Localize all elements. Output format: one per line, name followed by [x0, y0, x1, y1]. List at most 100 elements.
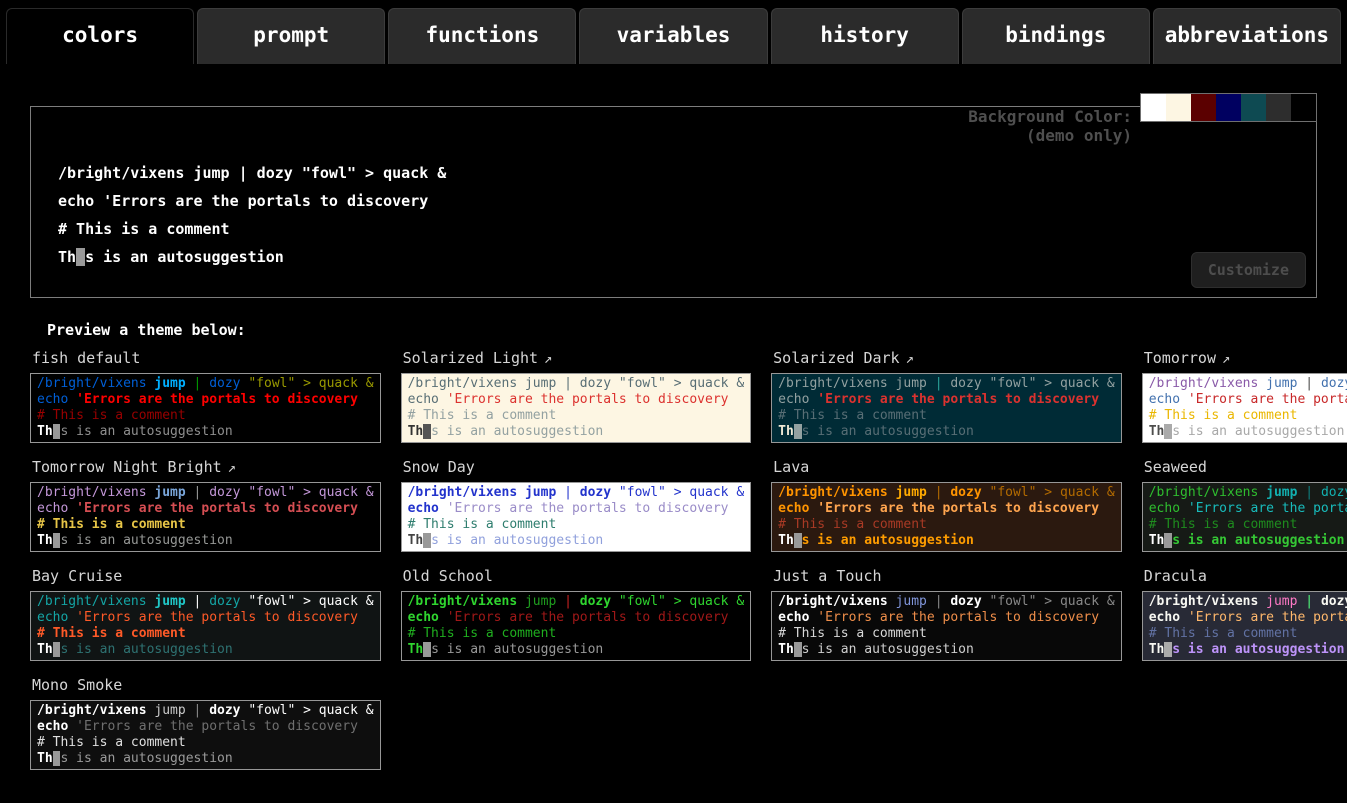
external-link-icon[interactable]: ↗	[1222, 351, 1230, 367]
string-text: 'Errors are the portals to discovery	[76, 392, 358, 407]
theme-preview-line-4: This is an autosuggestion	[778, 642, 1115, 658]
echoCmd-text: echo	[778, 392, 817, 407]
theme-preview-tomorrow-night-bright[interactable]: /bright/vixens jump | dozy "fowl" > quac…	[30, 482, 381, 552]
background-swatch-1[interactable]	[1166, 94, 1191, 121]
typed-text: Th	[37, 424, 53, 439]
tab-bindings[interactable]: bindings	[962, 8, 1150, 64]
theme-name-label: Lava	[773, 458, 809, 476]
pipe-text: |	[186, 703, 209, 718]
background-swatch-2[interactable]	[1191, 94, 1216, 121]
tab-abbreviations[interactable]: abbreviations	[1153, 8, 1341, 64]
string-text: 'Errors are the portals to discovery	[1188, 501, 1347, 516]
pipe-text: |	[556, 594, 579, 609]
dir-text: /bright/vixens	[1149, 594, 1266, 609]
theme-title-solarized-light[interactable]: Solarized Light ↗	[403, 349, 752, 367]
dir-text: /bright/vixens	[1149, 376, 1266, 391]
tab-prompt[interactable]: prompt	[197, 8, 385, 64]
echoCmd-text: echo	[1149, 610, 1188, 625]
typed-text: Th	[778, 642, 794, 657]
typed-text: Th	[37, 751, 53, 766]
external-link-icon[interactable]: ↗	[906, 351, 914, 367]
command2-text: dozy	[580, 376, 619, 391]
typed-text: Th	[1149, 533, 1165, 548]
theme-preview-dracula[interactable]: /bright/vixens jump | dozy "fowl" > quac…	[1142, 591, 1347, 661]
pipe-text: |	[556, 376, 579, 391]
string-text: 'Errors are the portals to discovery	[76, 501, 358, 516]
command-text: jump	[896, 594, 927, 609]
comment-text: # This is a comment	[408, 517, 557, 532]
comment-text: # This is a comment	[1149, 517, 1298, 532]
echoCmd-text: echo	[37, 392, 76, 407]
pipe-text: |	[1297, 594, 1320, 609]
cursor-block: i	[76, 248, 85, 266]
external-link-icon[interactable]: ↗	[544, 351, 552, 367]
theme-preview-line-4: This is an autosuggestion	[37, 751, 374, 767]
string-text: 'Errors are the portals to discovery	[1188, 392, 1347, 407]
theme-preview-lava[interactable]: /bright/vixens jump | dozy "fowl" > quac…	[771, 482, 1122, 552]
theme-fish-default: fish default/bright/vixens jump | dozy "…	[30, 347, 381, 443]
theme-preview-line-4: This is an autosuggestion	[37, 533, 374, 549]
theme-title-tomorrow-night-bright[interactable]: Tomorrow Night Bright↗	[32, 458, 381, 476]
comment-text: # This is a comment	[37, 517, 186, 532]
tab-colors[interactable]: colors	[6, 8, 194, 64]
theme-preview-line-3: # This is a comment	[408, 408, 745, 424]
theme-mono-smoke: Mono Smoke/bright/vixens jump | dozy "fo…	[30, 674, 381, 770]
command-text: jump	[154, 594, 185, 609]
theme-bay-cruise: Bay Cruise/bright/vixens jump | dozy "fo…	[30, 565, 381, 661]
theme-preview-line-4: This is an autosuggestion	[37, 642, 374, 658]
string-text: 'Errors are the portals to discovery	[447, 392, 729, 407]
theme-preview-bay-cruise[interactable]: /bright/vixens jump | dozy "fowl" > quac…	[30, 591, 381, 661]
theme-name-label: Solarized Light	[403, 349, 538, 367]
command2-text: dozy	[209, 485, 248, 500]
background-swatch-6[interactable]	[1291, 94, 1316, 121]
pipe-text: |	[186, 594, 209, 609]
command-text: jump	[1266, 376, 1297, 391]
echoCmd-text: echo	[1149, 392, 1188, 407]
background-swatch-0[interactable]	[1141, 94, 1166, 121]
background-swatch-3[interactable]	[1216, 94, 1241, 121]
theme-solarized-dark: Solarized Dark↗ /bright/vixens jump | doz…	[771, 347, 1122, 443]
theme-preview-fish-default[interactable]: /bright/vixens jump | dozy "fowl" > quac…	[30, 373, 381, 443]
autosuggestion-text: s is an autosuggestion	[802, 533, 974, 548]
customize-button[interactable]: Customize	[1191, 252, 1306, 288]
theme-preview-snow-day[interactable]: /bright/vixens jump | dozy "fowl" > quac…	[401, 482, 752, 552]
theme-preview-seaweed[interactable]: /bright/vixens jump | dozy "fowl" > quac…	[1142, 482, 1347, 552]
theme-preview-solarized-light[interactable]: /bright/vixens jump | dozy "fowl" > quac…	[401, 373, 752, 443]
theme-preview-line-2: echo 'Errors are the portals to discover…	[37, 719, 374, 735]
echoCmd-text: echo	[778, 501, 817, 516]
external-link-icon[interactable]: ↗	[228, 460, 236, 476]
comment-text: # This is a comment	[778, 408, 927, 423]
autosuggestion-text: s is an autosuggestion	[85, 248, 284, 266]
command2-text: dozy	[209, 703, 248, 718]
theme-preview-line-2: echo 'Errors are the portals to discover…	[37, 392, 374, 408]
tab-variables[interactable]: variables	[579, 8, 767, 64]
theme-preview-line-1: /bright/vixens jump | dozy "fowl" > quac…	[37, 485, 374, 501]
theme-preview-old-school[interactable]: /bright/vixens jump | dozy "fowl" > quac…	[401, 591, 752, 661]
theme-title-tomorrow[interactable]: Tomorrow↗	[1144, 349, 1347, 367]
tab-functions[interactable]: functions	[388, 8, 576, 64]
comment-text: # This is a comment	[37, 408, 186, 423]
quote-text: "fowl" > quack &	[248, 594, 373, 609]
theme-solarized-light: Solarized Light ↗ /bright/vixens jump | do…	[401, 347, 752, 443]
theme-preview-solarized-dark[interactable]: /bright/vixens jump | dozy "fowl" > quac…	[771, 373, 1122, 443]
theme-preview-mono-smoke[interactable]: /bright/vixens jump | dozy "fowl" > quac…	[30, 700, 381, 770]
tab-history[interactable]: history	[771, 8, 959, 64]
theme-preview-just-a-touch[interactable]: /bright/vixens jump | dozy "fowl" > quac…	[771, 591, 1122, 661]
theme-preview-line-1: /bright/vixens jump | dozy "fowl" > quac…	[37, 376, 374, 392]
autosuggestion-text: s is an autosuggestion	[1172, 642, 1344, 657]
pipe-text: |	[1297, 376, 1320, 391]
background-swatch-4[interactable]	[1241, 94, 1266, 121]
theme-preview-tomorrow[interactable]: /bright/vixens jump | dozy "fowl" > quac…	[1142, 373, 1347, 443]
theme-preview-line-1: /bright/vixens jump | dozy "fowl" > quac…	[408, 594, 745, 610]
theme-just-a-touch: Just a Touch/bright/vixens jump | dozy "…	[771, 565, 1122, 661]
pipe-text: |	[927, 485, 950, 500]
cursor-block: i	[794, 533, 802, 548]
quote-text: "fowl" > quack &	[248, 376, 373, 391]
theme-title-solarized-dark[interactable]: Solarized Dark↗	[773, 349, 1122, 367]
string-text: 'Errors are the portals to discovery	[817, 392, 1099, 407]
autosuggestion-text: s is an autosuggestion	[60, 533, 232, 548]
theme-title-just-a-touch: Just a Touch	[773, 567, 1122, 585]
typed-text: Th	[37, 533, 53, 548]
dir-text: /bright/vixens	[37, 376, 154, 391]
background-swatch-5[interactable]	[1266, 94, 1291, 121]
